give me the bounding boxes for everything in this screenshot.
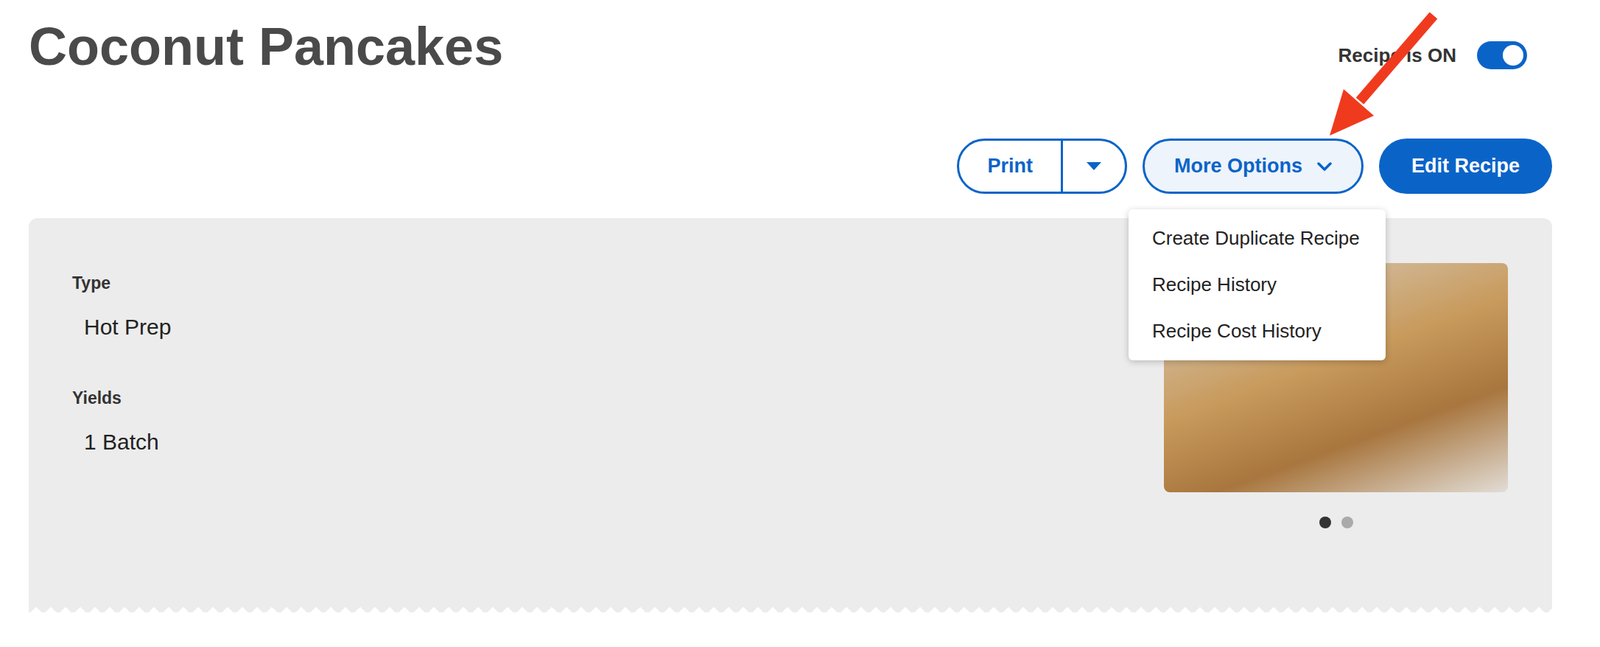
caret-down-icon [1086,162,1102,171]
carousel-dot[interactable] [1319,516,1332,529]
recipe-toggle[interactable] [1476,41,1528,70]
detail-value: Hot Prep [83,313,1164,342]
action-bar: Print More Options Create Duplicate Reci… [28,138,1553,194]
menu-item[interactable]: Create Duplicate Recipe [1128,215,1386,262]
print-split-button: Print [956,138,1128,194]
menu-item[interactable]: Recipe Cost History [1128,307,1386,355]
print-options-button[interactable] [1062,140,1125,192]
carousel-dot[interactable] [1341,516,1354,529]
edit-recipe-button[interactable]: Edit Recipe [1379,138,1553,194]
detail-label: Type [72,271,1164,294]
menu-item[interactable]: Recipe History [1128,261,1386,308]
recipe-toggle-group: Recipe is ON [1338,41,1528,70]
recipe-page: Coconut Pancakes Recipe is ON Print More… [0,0,1600,647]
more-options-button[interactable]: More Options [1142,138,1364,194]
toggle-label: Recipe is ON [1338,44,1457,68]
more-options-wrap: More Options Create Duplicate RecipeReci… [1142,138,1364,194]
detail-label: Yields [72,386,1164,409]
more-options-menu: Create Duplicate RecipeRecipe HistoryRec… [1128,209,1386,361]
toggle-knob [1502,44,1524,66]
recipe-details: Type Hot Prep Yields 1 Batch [72,262,1164,602]
detail-field: Yields 1 Batch [72,386,1164,456]
chevron-down-icon [1317,162,1332,171]
detail-value: 1 Batch [83,427,1164,456]
header: Coconut Pancakes Recipe is ON [28,0,1553,79]
carousel-dots [1319,516,1354,529]
zigzag-edge [28,601,1553,613]
recipe-title: Coconut Pancakes [28,14,504,79]
print-button[interactable]: Print [959,140,1063,192]
detail-field: Type Hot Prep [72,271,1164,342]
